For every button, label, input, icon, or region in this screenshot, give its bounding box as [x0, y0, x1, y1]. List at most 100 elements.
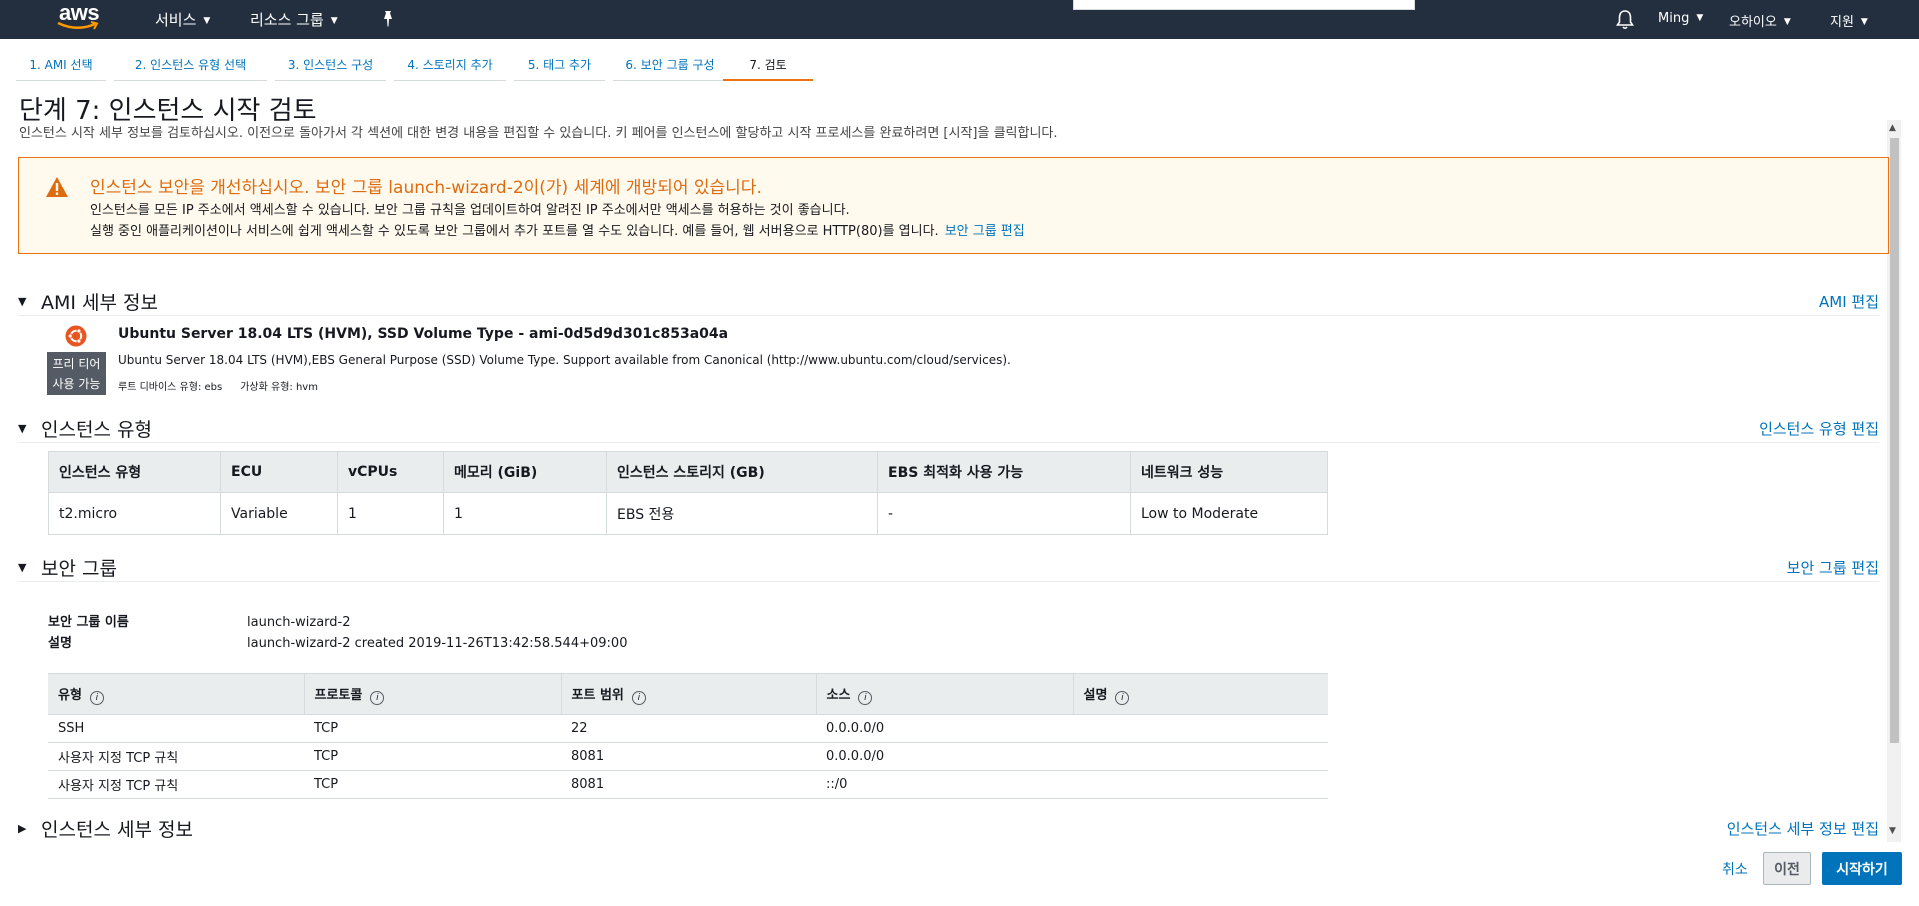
section-instance-type: ▼ 인스턴스 유형 인스턴스 유형 편집	[18, 415, 1879, 443]
table-header-row: 인스턴스 유형 ECU vCPUs 메모리 (GiB) 인스턴스 스토리지 (G…	[48, 451, 1328, 493]
aws-smile-icon	[57, 21, 99, 30]
ami-meta: 루트 디바이스 유형: ebs 가상화 유형: hvm	[118, 378, 318, 393]
instance-type-section-title[interactable]: 인스턴스 유형	[41, 415, 152, 442]
column-header: 메모리 (GiB)	[443, 451, 607, 493]
account-label: Ming	[1658, 11, 1690, 26]
table-row: 사용자 지정 TCP 규칙 TCP 8081 0.0.0.0/0	[48, 742, 1328, 771]
table-row: SSH TCP 22 0.0.0.0/0	[48, 714, 1328, 743]
table-cell: ::/0	[816, 770, 1073, 799]
column-header: EBS 최적화 사용 가능	[877, 451, 1131, 493]
section-security-group: ▼ 보안 그룹 보안 그룹 편집	[18, 554, 1879, 582]
table-cell: EBS 전용	[606, 492, 878, 535]
collapse-caret-icon[interactable]: ▼	[18, 561, 26, 574]
ami-section-title[interactable]: AMI 세부 정보	[41, 288, 158, 315]
alert-line-1: 인스턴스를 모든 IP 주소에서 액세스할 수 있습니다. 보안 그룹 규칙을 …	[90, 203, 850, 218]
alert-title: 인스턴스 보안을 개선하십시오. 보안 그룹 launch-wizard-2이(…	[90, 178, 762, 198]
column-header-label: 유형	[58, 687, 82, 703]
info-icon[interactable]: i	[631, 690, 646, 705]
table-cell: TCP	[304, 770, 561, 799]
ami-description: Ubuntu Server 18.04 LTS (HVM),EBS Genera…	[118, 353, 1011, 367]
column-header: ECU	[220, 451, 338, 493]
security-group-section-title[interactable]: 보안 그룹	[41, 554, 117, 581]
virtualization-type: 가상화 유형: hvm	[240, 382, 318, 393]
instance-details-section-title[interactable]: 인스턴스 세부 정보	[41, 815, 193, 842]
column-header: 유형 i	[48, 673, 304, 715]
column-header-label: 포트 범위	[571, 687, 624, 703]
pin-icon[interactable]	[380, 10, 396, 28]
table-cell	[1073, 742, 1328, 771]
security-group-name-row: 보안 그룹 이름 launch-wizard-2	[48, 611, 351, 630]
edit-ami-link[interactable]: AMI 편집	[1819, 291, 1879, 312]
table-cell: TCP	[304, 742, 561, 771]
collapse-caret-icon[interactable]: ▼	[18, 295, 26, 308]
previous-button[interactable]: 이전	[1763, 852, 1811, 885]
table-header-row: 유형 i 프로토콜 i 포트 범위 i 소스 i 설명 i	[48, 673, 1328, 715]
section-instance-details: ▶ 인스턴스 세부 정보 인스턴스 세부 정보 편집	[18, 815, 1879, 843]
security-warning-alert: 인스턴스 보안을 개선하십시오. 보안 그룹 launch-wizard-2이(…	[18, 157, 1889, 254]
column-header: 프로토콜 i	[303, 673, 561, 715]
resource-groups-menu[interactable]: 리소스 그룹 ▼	[250, 9, 338, 30]
security-group-name-value: launch-wizard-2	[247, 615, 351, 630]
table-cell: 8081	[561, 742, 816, 771]
info-icon[interactable]: i	[89, 690, 104, 705]
tab-add-tags[interactable]: 5. 태그 추가	[514, 49, 605, 81]
cancel-link[interactable]: 취소	[1722, 859, 1748, 879]
column-header: 인스턴스 유형	[48, 451, 221, 493]
table-cell: t2.micro	[48, 492, 221, 535]
column-header: 인스턴스 스토리지 (GB)	[606, 451, 878, 493]
support-menu[interactable]: 지원 ▼	[1830, 11, 1868, 30]
table-cell: 22	[561, 714, 816, 743]
launch-button[interactable]: 시작하기	[1822, 852, 1902, 885]
column-header: 소스 i	[815, 673, 1073, 715]
account-menu[interactable]: Ming ▼	[1658, 11, 1703, 26]
security-group-name-label: 보안 그룹 이름	[48, 615, 129, 630]
scrollbar-thumb[interactable]	[1890, 138, 1899, 743]
support-label: 지원	[1830, 15, 1854, 30]
table-cell: 0.0.0.0/0	[816, 742, 1073, 771]
tab-review[interactable]: 7. 검토	[723, 49, 813, 81]
scroll-up-arrow-icon[interactable]: ▲	[1889, 123, 1896, 133]
search-popup	[1073, 0, 1415, 10]
top-navigation: aws 서비스 ▼ 리소스 그룹 ▼ Ming ▼ 오하이오 ▼ 지원 ▼	[0, 0, 1919, 39]
info-icon[interactable]: i	[370, 690, 385, 705]
tab-instance-type[interactable]: 2. 인스턴스 유형 선택	[114, 49, 267, 81]
edit-security-group-section-link[interactable]: 보안 그룹 편집	[1787, 557, 1879, 578]
table-cell: 0.0.0.0/0	[816, 714, 1073, 743]
services-menu[interactable]: 서비스 ▼	[155, 9, 210, 30]
column-header: 네트워크 성능	[1130, 451, 1328, 493]
column-header-label: 소스	[826, 687, 851, 703]
tab-security-group[interactable]: 6. 보안 그룹 구성	[613, 49, 727, 81]
tab-ami-select[interactable]: 1. AMI 선택	[16, 49, 106, 81]
info-icon[interactable]: i	[1115, 690, 1130, 705]
aws-logo[interactable]: aws	[57, 0, 103, 34]
table-cell: -	[877, 492, 1131, 535]
column-header: 설명 i	[1072, 673, 1328, 715]
table-cell: 사용자 지정 TCP 규칙	[48, 742, 304, 771]
table-cell: 1	[337, 492, 444, 535]
info-icon[interactable]: i	[858, 690, 873, 705]
collapse-caret-icon[interactable]: ▼	[18, 422, 26, 435]
table-row: 사용자 지정 TCP 규칙 TCP 8081 ::/0	[48, 770, 1328, 799]
chevron-down-icon: ▼	[330, 16, 338, 26]
table-cell	[1073, 770, 1328, 799]
security-group-description-label: 설명	[48, 636, 72, 651]
ubuntu-icon	[65, 325, 87, 347]
tab-configure-instance[interactable]: 3. 인스턴스 구성	[275, 49, 386, 81]
scroll-down-arrow-icon[interactable]: ▼	[1889, 826, 1896, 836]
notifications-bell-icon[interactable]	[1615, 9, 1635, 31]
security-rules-table: 유형 i 프로토콜 i 포트 범위 i 소스 i 설명 i SSH TCP 22 0.0.…	[48, 673, 1328, 799]
tab-add-storage[interactable]: 4. 스토리지 추가	[394, 49, 506, 81]
edit-instance-details-link[interactable]: 인스턴스 세부 정보 편집	[1727, 818, 1879, 839]
table-cell: 1	[443, 492, 607, 535]
ami-name: Ubuntu Server 18.04 LTS (HVM), SSD Volum…	[118, 326, 729, 342]
region-menu[interactable]: 오하이오 ▼	[1729, 11, 1791, 30]
edit-instance-type-link[interactable]: 인스턴스 유형 편집	[1759, 418, 1879, 439]
alert-line-2-text: 실행 중인 애플리케이션이나 서비스에 쉽게 액세스할 수 있도록 보안 그룹에…	[90, 224, 939, 239]
expand-caret-icon[interactable]: ▶	[18, 822, 26, 835]
section-ami-details: ▼ AMI 세부 정보 AMI 편집	[18, 288, 1879, 316]
free-tier-badge: 프리 티어 사용 가능	[47, 352, 106, 395]
table-cell	[1073, 714, 1328, 743]
free-tier-badge-line1: 프리 티어	[52, 357, 101, 371]
resource-groups-label: 리소스 그룹	[250, 11, 324, 29]
edit-security-group-link[interactable]: 보안 그룹 편집	[945, 224, 1025, 239]
